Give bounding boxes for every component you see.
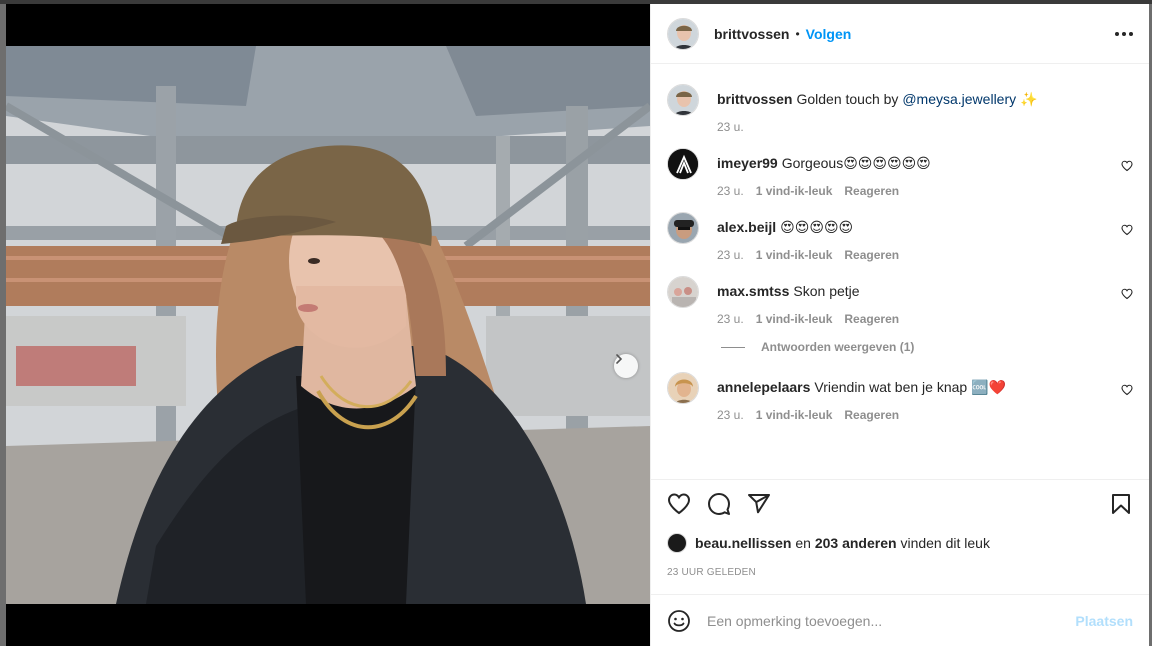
reply-button[interactable]: Reageren [844,248,899,262]
view-replies-label[interactable]: Antwoorden weergeven (1) [761,340,914,354]
share-icon[interactable] [747,492,771,516]
caption: brittvossen Golden touch by @meysa.jewell… [667,84,1133,134]
comment-likes[interactable]: 1 vind-ik-leuk [756,408,833,422]
bookmark-icon[interactable] [1109,492,1133,516]
comment-username[interactable]: alex.beijl [717,219,776,235]
chevron-right-icon [616,354,623,364]
post-photo [6,46,650,604]
post-modal: brittvossen • Volgen brittvossen Golden t… [6,4,1149,646]
comment-icon[interactable] [707,492,731,516]
comment-username[interactable]: annelepelaars [717,379,810,395]
follow-button[interactable]: Volgen [806,26,852,42]
post-timestamp[interactable]: 23 UUR GELEDEN [651,553,1149,594]
comment-item: max.smtss Skon petje 23 u. 1 vind-ik-leuk… [667,276,1133,326]
caption-mention-link[interactable]: @meysa.jewellery [902,91,1016,107]
caption-text: Golden touch by [796,91,903,107]
likes-others-link[interactable]: 203 anderen [815,535,897,551]
carousel-next-button[interactable] [614,354,638,378]
liker-username[interactable]: beau.nellissen [695,535,791,551]
view-replies-button[interactable]: Antwoorden weergeven (1) [721,340,1133,354]
caption-suffix: ✨ [1016,91,1038,107]
likes-suffix: vinden dit leuk [896,535,990,551]
likes-summary: beau.nellissen en 203 anderen vinden dit… [651,527,1149,553]
likes-connector: en [791,535,815,551]
heart-icon[interactable] [1121,384,1133,396]
reply-button[interactable]: Reageren [844,184,899,198]
liker-avatar[interactable] [667,533,687,553]
emoji-icon[interactable] [667,609,691,633]
post-side-panel: brittvossen • Volgen brittvossen Golden t… [650,4,1149,646]
post-header: brittvossen • Volgen [651,4,1149,64]
more-icon[interactable] [1115,31,1133,36]
author-username[interactable]: brittvossen [714,26,789,42]
comment-input[interactable] [707,612,1076,629]
comment-likes[interactable]: 1 vind-ik-leuk [756,184,833,198]
heart-icon[interactable] [1121,288,1133,300]
commenter-avatar[interactable] [667,212,699,244]
comment-text: Gorgeous😍😍😍😍😍😍 [781,155,931,171]
reply-button[interactable]: Reageren [844,312,899,326]
commenter-avatar[interactable] [667,372,699,404]
comment-text: Skon petje [793,283,860,299]
comment-username[interactable]: max.smtss [717,283,789,299]
comment-time[interactable]: 23 u. [717,248,744,262]
comment-item: imeyer99 Gorgeous😍😍😍😍😍😍 23 u. 1 vind-ik-l… [667,148,1133,198]
heart-icon[interactable] [1121,160,1133,172]
comment-composer: Plaatsen [651,594,1149,646]
replies-divider [721,346,745,348]
post-media[interactable] [6,4,650,646]
author-avatar[interactable] [667,84,699,116]
comment-username[interactable]: imeyer99 [717,155,778,171]
comment-time[interactable]: 23 u. [717,312,744,326]
author-avatar[interactable] [667,17,699,50]
heart-icon[interactable] [1121,224,1133,236]
comment-item: annelepelaars Vriendin wat ben je knap 🆒❤… [667,372,1133,422]
post-actions [651,479,1149,527]
reply-button[interactable]: Reageren [844,408,899,422]
caption-username[interactable]: brittvossen [717,91,792,107]
commenter-avatar[interactable] [667,148,699,180]
comment-text: Vriendin wat ben je knap 🆒❤️ [814,379,1006,395]
comments-list: brittvossen Golden touch by @meysa.jewell… [651,64,1149,479]
comment-item: alex.beijl 😍😍😍😍😍 23 u. 1 vind-ik-leuk Rea… [667,212,1133,262]
comment-time[interactable]: 23 u. [717,184,744,198]
comment-likes[interactable]: 1 vind-ik-leuk [756,312,833,326]
commenter-avatar[interactable] [667,276,699,308]
comment-time[interactable]: 23 u. [717,408,744,422]
like-heart-icon[interactable] [667,492,691,516]
separator-dot: • [795,26,800,41]
post-comment-button[interactable]: Plaatsen [1075,613,1133,629]
caption-time[interactable]: 23 u. [717,120,744,134]
comment-text: 😍😍😍😍😍 [780,219,854,235]
comment-likes[interactable]: 1 vind-ik-leuk [756,248,833,262]
